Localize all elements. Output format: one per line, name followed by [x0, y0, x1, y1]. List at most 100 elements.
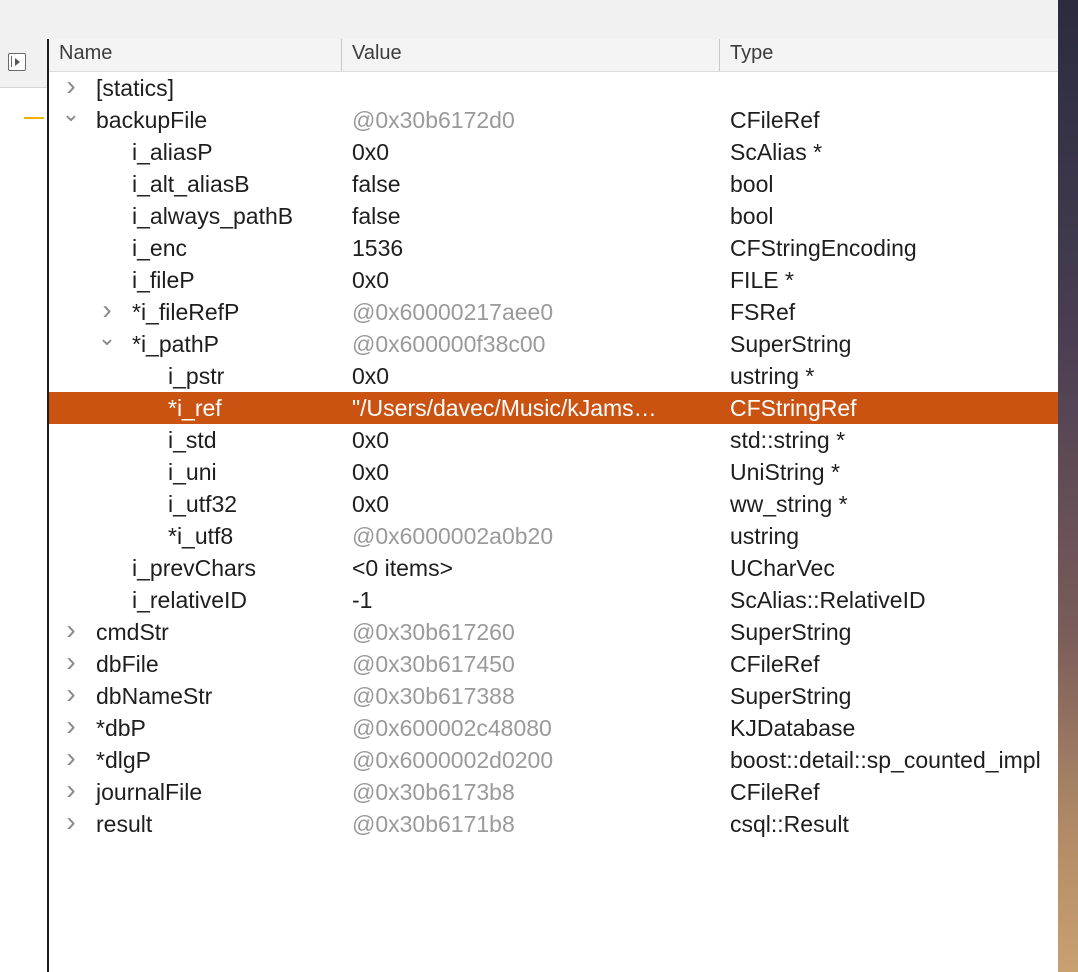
variable-type: UCharVec — [730, 555, 835, 581]
variable-row[interactable]: i_always_pathB false bool — [49, 200, 1058, 232]
variable-name: i_pstr — [168, 363, 225, 389]
variable-name: i_fileP — [132, 267, 195, 293]
variable-name: [statics] — [96, 75, 174, 101]
variable-row[interactable]: i_uni 0x0 UniString * — [49, 456, 1058, 488]
variable-value: 0x0 — [352, 491, 390, 517]
variable-value: @0x6000002a0b20 — [352, 523, 554, 549]
variable-row[interactable]: › journalFile @0x30b6173b8 CFileRef — [49, 776, 1058, 808]
variable-name: i_uni — [168, 459, 217, 485]
variable-value: @0x30b617388 — [352, 683, 515, 709]
variable-name: dbNameStr — [96, 683, 213, 709]
variable-type: SuperString — [730, 619, 852, 645]
variable-type: CFileRef — [730, 651, 820, 677]
variable-type: FSRef — [730, 299, 796, 325]
variable-value: @0x30b6172d0 — [352, 107, 515, 133]
variable-row[interactable]: *i_utf8 @0x6000002a0b20 ustring — [49, 520, 1058, 552]
variable-value: 0x0 — [352, 427, 390, 453]
variable-row[interactable]: i_alt_aliasB false bool — [49, 168, 1058, 200]
variable-name: i_relativeID — [132, 587, 248, 613]
desktop-background — [1058, 0, 1078, 972]
variable-value: @0x30b6171b8 — [352, 811, 515, 837]
chevron-right-icon[interactable]: › — [60, 712, 82, 744]
variable-value: @0x30b617450 — [352, 651, 515, 677]
variable-type: std::string * — [730, 427, 846, 453]
chevron-right-icon[interactable]: › — [60, 616, 82, 648]
variables-view: Name Value Type › [statics] ⌄ backupFile @0x… — [49, 39, 1058, 972]
chevron-right-icon[interactable]: › — [60, 744, 82, 776]
variable-name: *i_fileRefP — [132, 299, 240, 325]
variable-value: false — [352, 171, 401, 197]
left-gutter — [0, 39, 49, 972]
chevron-down-icon[interactable]: ⌄ — [60, 103, 82, 136]
variable-value: 1536 — [352, 235, 404, 261]
variable-name: journalFile — [96, 779, 203, 805]
sidebar-toggle-icon[interactable] — [8, 53, 26, 71]
chevron-right-icon[interactable]: › — [60, 648, 82, 680]
column-header-value[interactable]: Value — [341, 39, 719, 71]
variable-row[interactable]: i_utf32 0x0 ww_string * — [49, 488, 1058, 520]
variable-row[interactable]: i_relativeID -1 ScAlias::RelativeID — [49, 584, 1058, 616]
gutter-header — [0, 39, 48, 88]
variable-row[interactable]: › result @0x30b6171b8 csql::Result — [49, 808, 1058, 840]
variable-value: <0 items> — [352, 555, 453, 581]
variable-row[interactable]: ⌄ backupFile @0x30b6172d0 CFileRef — [49, 103, 1058, 136]
variable-name: i_utf32 — [168, 491, 238, 517]
variable-value: false — [352, 203, 401, 229]
chevron-right-icon[interactable]: › — [60, 680, 82, 712]
variable-row[interactable]: i_std 0x0 std::string * — [49, 424, 1058, 456]
variable-value: @0x600000f38c00 — [352, 331, 546, 357]
column-header-type[interactable]: Type — [719, 39, 1058, 71]
chevron-right-icon[interactable]: › — [60, 72, 82, 104]
variable-row[interactable]: › *i_fileRefP @0x60000217aee0 FSRef — [49, 296, 1058, 328]
variable-row[interactable]: › dbNameStr @0x30b617388 SuperString — [49, 680, 1058, 712]
variable-value: @0x60000217aee0 — [352, 299, 554, 325]
variable-type: ustring * — [730, 363, 815, 389]
chevron-down-icon[interactable]: ⌄ — [96, 327, 118, 360]
column-header-name[interactable]: Name — [49, 39, 341, 71]
variable-value: 0x0 — [352, 267, 390, 293]
chevron-right-icon[interactable]: › — [60, 808, 82, 840]
chevron-right-icon[interactable]: › — [96, 296, 118, 328]
variable-type: ScAlias::RelativeID — [730, 587, 926, 613]
variable-row[interactable]: › cmdStr @0x30b617260 SuperString — [49, 616, 1058, 648]
variable-value: "/Users/davec/Music/kJams… — [352, 395, 657, 421]
variable-type: bool — [730, 171, 774, 197]
variable-name: *dbP — [96, 715, 146, 741]
chevron-right-icon[interactable]: › — [60, 776, 82, 808]
variable-name: *i_pathP — [132, 331, 219, 357]
variable-type: ScAlias * — [730, 139, 823, 165]
variable-type: UniString * — [730, 459, 840, 485]
variable-row[interactable]: ⌄ *i_pathP @0x600000f38c00 SuperString — [49, 327, 1058, 360]
variable-name: i_enc — [132, 235, 187, 261]
variable-name: *i_utf8 — [168, 523, 234, 549]
variable-value: @0x6000002d0200 — [352, 747, 554, 773]
variable-row[interactable]: › dbFile @0x30b617450 CFileRef — [49, 648, 1058, 680]
variable-row[interactable]: i_prevChars <0 items> UCharVec — [49, 552, 1058, 584]
variable-row[interactable]: *i_ref "/Users/davec/Music/kJams… CFString… — [49, 392, 1058, 424]
variables-list: › [statics] ⌄ backupFile @0x30b6172d0 CFileRe… — [49, 72, 1058, 840]
variable-value: 0x0 — [352, 363, 390, 389]
variable-name: cmdStr — [96, 619, 169, 645]
column-header: Name Value Type — [49, 39, 1058, 72]
variable-type: CFileRef — [730, 779, 820, 805]
variable-value: 0x0 — [352, 459, 390, 485]
variable-type: SuperString — [730, 683, 852, 709]
variable-name: i_aliasP — [132, 139, 213, 165]
variable-name: backupFile — [96, 107, 208, 133]
variable-type: ww_string * — [730, 491, 848, 517]
variable-row[interactable]: › *dbP @0x600002c48080 KJDatabase — [49, 712, 1058, 744]
variable-row[interactable]: › *dlgP @0x6000002d0200 boost::detail::sp_c… — [49, 744, 1058, 776]
current-line-marker — [24, 117, 44, 119]
variable-value: 0x0 — [352, 139, 390, 165]
variable-value: -1 — [352, 587, 373, 613]
variable-row[interactable]: i_fileP 0x0 FILE * — [49, 264, 1058, 296]
variable-row[interactable]: i_enc 1536 CFStringEncoding — [49, 232, 1058, 264]
variable-type: bool — [730, 203, 774, 229]
variable-row[interactable]: i_pstr 0x0 ustring * — [49, 360, 1058, 392]
variable-row[interactable]: › [statics] — [49, 72, 1058, 104]
debug-toolbar — [0, 0, 1058, 40]
variable-row[interactable]: i_aliasP 0x0 ScAlias * — [49, 136, 1058, 168]
variable-name: result — [96, 811, 153, 837]
variable-name: i_prevChars — [132, 555, 256, 581]
variable-value: @0x30b6173b8 — [352, 779, 515, 805]
